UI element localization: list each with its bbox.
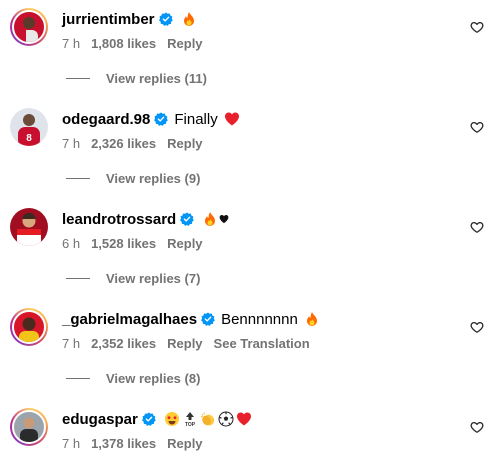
view-replies-button[interactable]: View replies (9) [66,171,200,186]
star-struck-emoji [164,412,179,426]
avatar-photo [19,317,39,342]
comment-like-count[interactable]: 1,378 likes [91,436,156,451]
reply-button[interactable]: Reply [167,436,202,451]
verified-badge-icon [201,312,215,326]
divider-line [66,378,90,379]
like-heart-icon[interactable] [470,120,484,134]
comment-like-count[interactable]: 1,528 likes [91,236,156,251]
verified-badge-icon [180,212,195,226]
avatar[interactable] [10,8,48,46]
soccer-ball-emoji [218,411,234,427]
avatar-photo [20,17,38,42]
like-heart-icon[interactable] [470,220,484,234]
like-heart-icon[interactable] [470,20,484,34]
avatar-photo: 8 [18,114,40,146]
svg-text:TOP: TOP [185,422,196,427]
divider-line [66,78,90,79]
comment-username[interactable]: _gabrielmagalhaes [62,311,197,328]
reply-button[interactable]: Reply [167,136,202,151]
comment-timestamp: 6 h [62,236,81,251]
avatar[interactable]: 8 [10,108,48,146]
verified-badge-icon [154,112,169,126]
divider-line [66,278,90,279]
view-replies-button[interactable]: View replies (8) [66,371,200,386]
comment-username[interactable]: edugaspar [62,411,138,428]
view-replies-label: View replies (7) [106,271,201,286]
red-heart-emoji [224,112,239,126]
like-heart-icon[interactable] [470,320,484,334]
divider-line [66,178,90,179]
comment-text: Finally [174,110,218,128]
avatar-photo [17,213,41,246]
like-heart-icon[interactable] [470,420,484,434]
red-heart-emoji [236,412,251,426]
comment-timestamp: 7 h [62,336,81,351]
comment-like-count[interactable]: 2,326 likes [91,136,156,151]
comment-timestamp: 7 h [62,136,81,151]
comment-item: leandrotrossard 6 h 1,528 likes Reply [0,208,496,268]
comment-timestamp: 7 h [62,36,81,51]
view-replies-label: View replies (8) [106,371,201,386]
fire-emoji [205,212,216,226]
reply-button[interactable]: Reply [167,36,202,51]
avatar[interactable] [10,408,48,446]
view-replies-button[interactable]: View replies (7) [66,271,200,286]
avatar[interactable] [10,308,48,346]
verified-badge-icon [158,12,173,26]
view-replies-label: View replies (9) [106,171,201,186]
comment-username[interactable]: leandrotrossard [62,211,176,228]
clapping-hands-emoji [200,412,214,426]
comment-item: 8 odegaard.98 Finally 7 h 2,326 likes Re… [0,108,496,168]
svg-text:8: 8 [26,133,32,144]
reply-button[interactable]: Reply [167,236,202,251]
comment-item: _gabrielmagalhaes Bennnnnnn 7 h 2,352 li… [0,308,496,368]
view-replies-button[interactable]: View replies (11) [66,71,207,86]
comment-like-count[interactable]: 2,352 likes [91,336,156,351]
comment-item: edugaspar TOP 7 h 1,378 likes Reply [0,408,496,468]
fire-emoji [306,312,317,326]
see-translation-button[interactable]: See Translation [214,336,310,351]
comment-item: jurrientimber 7 h 1,808 likes Reply [0,8,496,68]
view-replies-label: View replies (11) [106,71,207,86]
comment-like-count[interactable]: 1,808 likes [91,36,156,51]
reply-button[interactable]: Reply [167,336,202,351]
avatar[interactable] [10,208,48,246]
comment-timestamp: 7 h [62,436,81,451]
fire-emoji [183,12,194,26]
top-arrow-emoji: TOP [185,412,196,427]
avatar-photo [20,417,38,442]
comment-username[interactable]: odegaard.98 [62,111,150,128]
small-heart-emoji [219,214,229,224]
verified-badge-icon [141,412,156,426]
comment-text: Bennnnnnn [221,310,298,328]
comment-username[interactable]: jurrientimber [62,11,155,28]
